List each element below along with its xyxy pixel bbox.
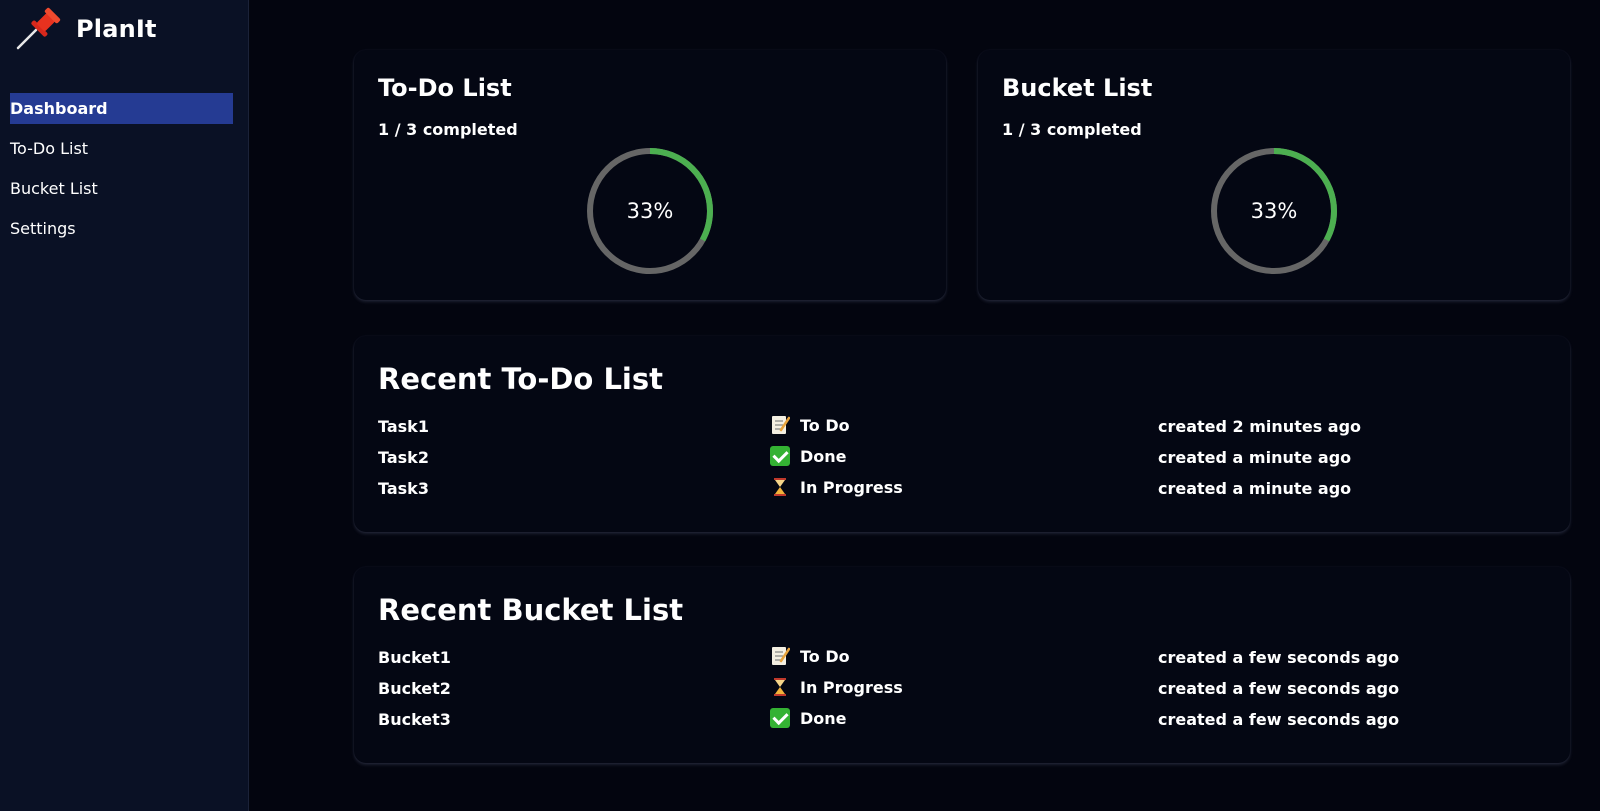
- todo-percent-label: 33%: [626, 199, 674, 223]
- sidebar-item-settings[interactable]: Settings: [10, 213, 233, 244]
- app-name: PlanIt: [76, 15, 157, 43]
- recent-todo-title: Recent To-Do List: [378, 362, 663, 396]
- status-label: Done: [800, 708, 847, 728]
- item-name: Task2: [378, 448, 429, 467]
- status-badge: In Progress: [770, 477, 903, 497]
- recent-todo-card: Recent To-Do List Task1 To Do created 2 …: [354, 336, 1570, 532]
- list-item[interactable]: Task2 Done created a minute ago: [378, 443, 1548, 474]
- sidebar-item-bucket-list[interactable]: Bucket List: [10, 173, 233, 204]
- recent-bucket-card: Recent Bucket List Bucket1 To Do created…: [354, 567, 1570, 763]
- status-label: In Progress: [800, 477, 903, 497]
- item-name: Task1: [378, 417, 429, 436]
- recent-bucket-title: Recent Bucket List: [378, 593, 684, 627]
- item-name: Bucket1: [378, 648, 451, 667]
- todo-completed-count: 1 / 3 completed: [378, 120, 518, 139]
- list-item[interactable]: Task1 To Do created 2 minutes ago: [378, 412, 1548, 443]
- item-name: Bucket3: [378, 710, 451, 729]
- created-time: created a few seconds ago: [1158, 679, 1400, 698]
- created-time: created a few seconds ago: [1158, 648, 1400, 667]
- bucket-summary-card: Bucket List 1 / 3 completed 33%: [978, 50, 1570, 300]
- hourglass-icon: [770, 677, 790, 697]
- todo-summary-card: To-Do List 1 / 3 completed 33%: [354, 50, 946, 300]
- created-time: created a minute ago: [1158, 448, 1352, 467]
- recent-bucket-list: Bucket1 To Do created a few seconds ago …: [378, 643, 1548, 736]
- recent-todo-list: Task1 To Do created 2 minutes ago Task2 …: [378, 412, 1548, 505]
- item-name: Bucket2: [378, 679, 451, 698]
- status-badge: To Do: [770, 646, 850, 666]
- brand[interactable]: PlanIt: [14, 6, 157, 52]
- sidebar-nav: Dashboard To-Do List Bucket List Setting…: [10, 93, 233, 253]
- list-item[interactable]: Bucket1 To Do created a few seconds ago: [378, 643, 1548, 674]
- memo-icon: [770, 415, 791, 435]
- status-badge: Done: [770, 446, 847, 466]
- list-item[interactable]: Bucket2 In Progress created a few second…: [378, 674, 1548, 705]
- hourglass-icon: [770, 477, 790, 497]
- status-label: To Do: [800, 415, 850, 435]
- created-time: created a few seconds ago: [1158, 710, 1400, 729]
- created-time: created a minute ago: [1158, 479, 1352, 498]
- check-icon: [770, 708, 790, 728]
- status-label: To Do: [800, 646, 850, 666]
- status-badge: In Progress: [770, 677, 903, 697]
- todo-summary-title: To-Do List: [378, 74, 512, 102]
- list-item[interactable]: Task3 In Progress created a minute ago: [378, 474, 1548, 505]
- todo-progress-ring: 33%: [585, 146, 715, 276]
- bucket-progress-ring: 33%: [1209, 146, 1339, 276]
- created-time: created 2 minutes ago: [1158, 417, 1362, 436]
- sidebar-item-dashboard[interactable]: Dashboard: [10, 93, 233, 124]
- sidebar-item-todo-list[interactable]: To-Do List: [10, 133, 233, 164]
- pushpin-icon: [14, 6, 64, 52]
- status-badge: Done: [770, 708, 847, 728]
- status-label: Done: [800, 446, 847, 466]
- memo-icon: [770, 646, 791, 666]
- status-badge: To Do: [770, 415, 850, 435]
- check-icon: [770, 446, 790, 466]
- bucket-summary-title: Bucket List: [1002, 74, 1153, 102]
- sidebar: PlanIt Dashboard To-Do List Bucket List …: [0, 0, 249, 811]
- bucket-completed-count: 1 / 3 completed: [1002, 120, 1142, 139]
- status-label: In Progress: [800, 677, 903, 697]
- item-name: Task3: [378, 479, 429, 498]
- bucket-percent-label: 33%: [1250, 199, 1298, 223]
- list-item[interactable]: Bucket3 Done created a few seconds ago: [378, 705, 1548, 736]
